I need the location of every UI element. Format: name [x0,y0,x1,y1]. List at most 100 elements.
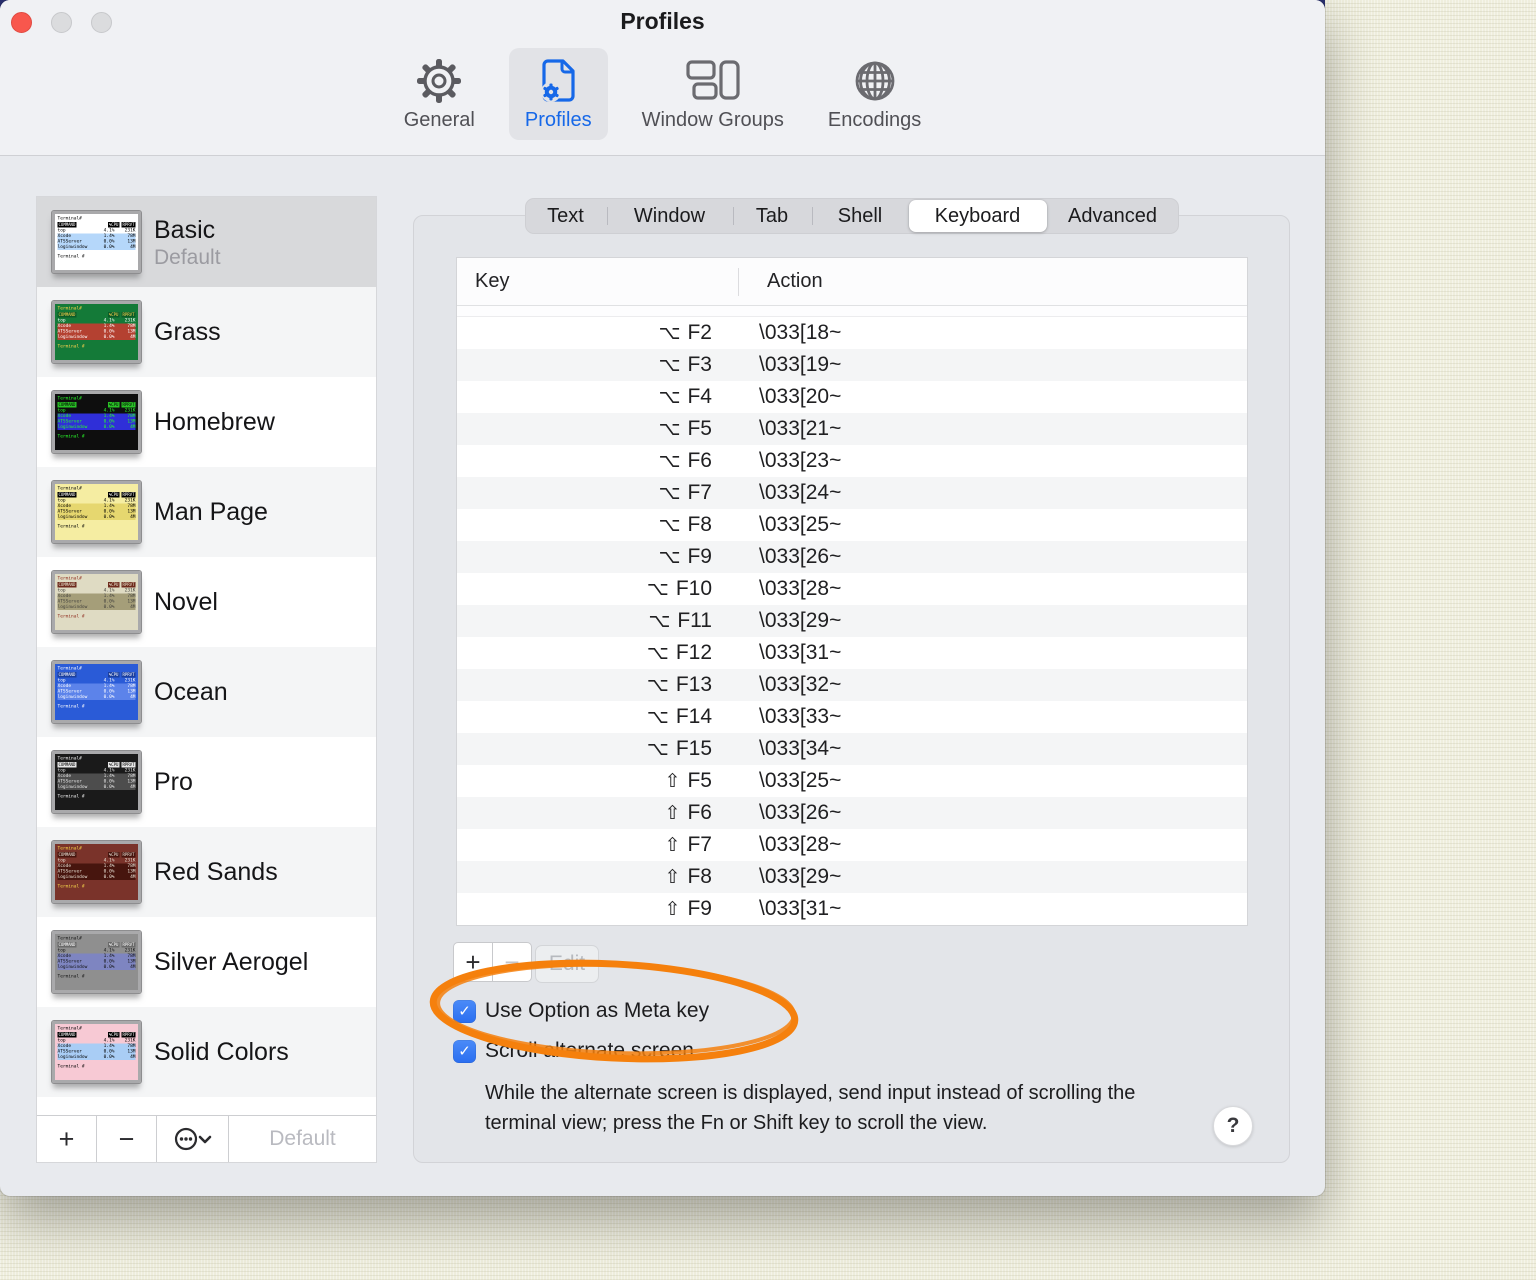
toolbar-item-label: Profiles [524,109,592,131]
tab-keyboard[interactable]: Keyboard [908,200,1047,232]
profile-list-item-basic[interactable]: Terminal# COMMAND %CPU RPRVT top 4.1% 231K Xc… [37,197,376,287]
profile-list-item-man-page[interactable]: Terminal# COMMAND %CPU RPRVT top 4.1% 231K Xc… [37,467,376,557]
thumb-header-chips: COMMAND %CPU RPRVT [57,222,136,228]
help-button[interactable]: ? [1213,1106,1253,1146]
action-cell: \033[32~ [759,673,842,696]
terminal-thumbnail: Terminal# COMMAND %CPU RPRVT top 4.1% 231K Xc… [51,300,142,364]
tab-window[interactable]: Window [606,198,733,234]
edit-key-mapping-button[interactable]: Edit [535,945,599,983]
window-title: Profiles [620,8,705,34]
checkbox-label[interactable]: Use Option as Meta key [485,999,709,1023]
key-mapping-row[interactable]: ⌥ F11 \033[29~ [457,605,1247,637]
terminal-thumbnail: Terminal# COMMAND %CPU RPRVT top 4.1% 231K Xc… [51,930,142,994]
key-mapping-row[interactable]: ⌥ F14 \033[33~ [457,701,1247,733]
thumb-title: Terminal# [57,666,82,671]
titlebar: Profiles General Profiles Window Groups … [0,0,1325,156]
modifier-key-icon: ⌥ [658,354,681,376]
action-cell: \033[24~ [759,481,842,504]
modifier-key-icon: ⌥ [646,578,669,600]
key-cell: ⇧ F6 [664,801,712,824]
key-cell: ⌥ F3 [658,353,712,376]
profile-list-item-ocean[interactable]: Terminal# COMMAND %CPU RPRVT top 4.1% 231K Xc… [37,647,376,737]
column-header-key[interactable]: Key [457,267,739,296]
tab-shell[interactable]: Shell [811,198,909,234]
key-cell: ⌥ F12 [646,641,712,664]
remove-key-mapping-button[interactable]: − [492,942,532,982]
thumb-header-chips: COMMAND %CPU RPRVT [57,942,136,948]
thumb-prompt: Terminal # [57,704,85,709]
action-cell: \033[29~ [759,865,842,888]
profile-list-item-red-sands[interactable]: Terminal# COMMAND %CPU RPRVT top 4.1% 231K Xc… [37,827,376,917]
profile-list-item-silver-aerogel[interactable]: Terminal# COMMAND %CPU RPRVT top 4.1% 231K Xc… [37,917,376,1007]
terminal-thumbnail: Terminal# COMMAND %CPU RPRVT top 4.1% 231K Xc… [51,390,142,454]
profile-list-item-novel[interactable]: Terminal# COMMAND %CPU RPRVT top 4.1% 231K Xc… [37,557,376,647]
key-mapping-row[interactable]: ⌥ F3 \033[19~ [457,349,1247,381]
thumb-header-chips: COMMAND %CPU RPRVT [57,762,136,768]
action-cell: \033[28~ [759,833,842,856]
key-mapping-row[interactable]: ⌥ F12 \033[31~ [457,637,1247,669]
action-cell: \033[31~ [759,641,842,664]
thumb-header-chips: COMMAND %CPU RPRVT [57,1032,136,1038]
action-cell: \033[34~ [759,737,842,760]
tab-advanced[interactable]: Advanced [1047,198,1179,234]
key-mapping-row[interactable]: ⌥ F8 \033[25~ [457,509,1247,541]
checkbox-label[interactable]: Scroll alternate screen [485,1039,694,1063]
window-groups-icon [684,55,742,107]
tab-tab[interactable]: Tab [732,198,812,234]
thumb-header-chips: COMMAND %CPU RPRVT [57,672,136,678]
toolbar-item-profiles[interactable]: Profiles [508,48,608,140]
checkbox-checked-icon[interactable]: ✓ [453,999,476,1023]
terminal-thumbnail: Terminal# COMMAND %CPU RPRVT top 4.1% 231K Xc… [51,660,142,724]
modifier-key-icon: ⇧ [664,866,681,888]
checkbox-checked-icon[interactable]: ✓ [453,1039,476,1063]
key-mapping-row[interactable]: ⌥ F2 \033[18~ [457,317,1247,349]
sidebar-footer: + − Default [37,1115,376,1162]
toolbar-item-general[interactable]: General [394,48,485,140]
key-cell: ⌥ F7 [658,481,712,504]
gear-icon [415,55,463,107]
key-mapping-row[interactable]: ⌥ F10 \033[28~ [457,573,1247,605]
profile-name: Ocean [154,678,228,706]
key-mapping-row[interactable]: ⇧ F5 \033[25~ [457,765,1247,797]
key-mapping-row[interactable]: ⌥ F6 \033[23~ [457,445,1247,477]
toolbar-item-encodings[interactable]: Encodings [818,48,931,140]
key-mapping-row[interactable]: ⌥ F5 \033[21~ [457,413,1247,445]
profile-name: Grass [154,318,221,346]
key-cell: ⌥ F11 [648,609,712,632]
toolbar-item-window-groups[interactable]: Window Groups [632,48,794,140]
remove-profile-button[interactable]: − [97,1116,157,1162]
key-mapping-row[interactable]: ⇧ F6 \033[26~ [457,797,1247,829]
profile-name: Basic [154,215,216,244]
terminal-thumbnail: Terminal# COMMAND %CPU RPRVT top 4.1% 231K Xc… [51,480,142,544]
more-options-button[interactable] [157,1116,229,1162]
add-key-mapping-button[interactable]: + [453,942,493,982]
thumb-title: Terminal# [57,306,82,311]
key-mapping-row[interactable]: ⇧ F7 \033[28~ [457,829,1247,861]
profile-list-item-homebrew[interactable]: Terminal# COMMAND %CPU RPRVT top 4.1% 231K Xc… [37,377,376,467]
key-mapping-row[interactable]: ⇧ F8 \033[29~ [457,861,1247,893]
modifier-key-icon: ⌥ [658,322,681,344]
thumb-title: Terminal# [57,846,82,851]
profile-name: Silver Aerogel [154,948,309,976]
column-header-action[interactable]: Action [739,270,823,293]
key-mapping-row[interactable]: ⌥ F4 \033[20~ [457,381,1247,413]
key-mapping-row[interactable]: ⌥ F9 \033[26~ [457,541,1247,573]
add-profile-button[interactable]: + [37,1116,97,1162]
action-cell: \033[25~ [759,513,842,536]
modifier-key-icon: ⌥ [658,482,681,504]
set-default-button[interactable]: Default [229,1116,376,1162]
key-mapping-row[interactable]: ⌥ F7 \033[24~ [457,477,1247,509]
profile-list-item-pro[interactable]: Terminal# COMMAND %CPU RPRVT top 4.1% 231K Xc… [37,737,376,827]
profile-list-item-grass[interactable]: Terminal# COMMAND %CPU RPRVT top 4.1% 231K Xc… [37,287,376,377]
action-cell: \033[28~ [759,577,842,600]
key-mapping-row[interactable]: ⇧ F9 \033[31~ [457,893,1247,925]
key-mapping-row[interactable]: ⌥ F15 \033[34~ [457,733,1247,765]
profile-name: Man Page [154,498,268,526]
tab-text[interactable]: Text [525,198,607,234]
thumb-header-chips: COMMAND %CPU RPRVT [57,852,136,858]
key-mapping-row[interactable]: ⌥ F13 \033[32~ [457,669,1247,701]
modifier-key-icon: ⇧ [664,802,681,824]
modifier-key-icon: ⇧ [664,898,681,920]
key-cell: ⇧ F9 [664,897,712,920]
profile-list-item-solid-colors[interactable]: Terminal# COMMAND %CPU RPRVT top 4.1% 231K Xc… [37,1007,376,1097]
